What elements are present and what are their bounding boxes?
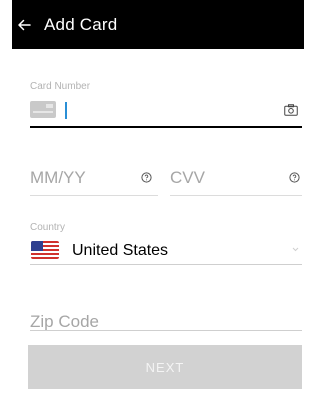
expiry-placeholder: MM/YY <box>30 168 86 187</box>
back-button[interactable] <box>16 17 32 33</box>
zip-underline <box>30 330 302 331</box>
expiry-underline <box>30 195 158 196</box>
arrow-left-icon <box>18 19 31 30</box>
us-flag-icon <box>31 241 59 259</box>
cvv-field[interactable]: CVV <box>170 168 302 196</box>
question-circle-icon[interactable] <box>289 172 300 183</box>
expiry-field[interactable]: MM/YY <box>30 168 158 196</box>
chevron-down-icon[interactable] <box>292 247 299 252</box>
generic-card-icon <box>30 101 56 118</box>
page-title: Add Card <box>44 14 118 34</box>
question-circle-icon[interactable] <box>141 172 152 183</box>
country-label: Country <box>30 222 66 233</box>
app-bar: Add Card <box>12 0 304 49</box>
card-number-input[interactable] <box>65 102 67 119</box>
next-button[interactable]: NEXT <box>28 345 302 389</box>
card-number-underline <box>30 126 302 128</box>
card-number-label: Card Number <box>30 81 91 92</box>
country-underline <box>30 264 302 265</box>
cvv-placeholder: CVV <box>170 168 205 187</box>
camera-icon[interactable] <box>284 104 298 116</box>
zip-field[interactable]: Zip Code <box>30 312 302 338</box>
cvv-underline <box>170 195 302 196</box>
zip-placeholder: Zip Code <box>30 312 99 331</box>
country-select[interactable]: United States <box>72 242 168 260</box>
